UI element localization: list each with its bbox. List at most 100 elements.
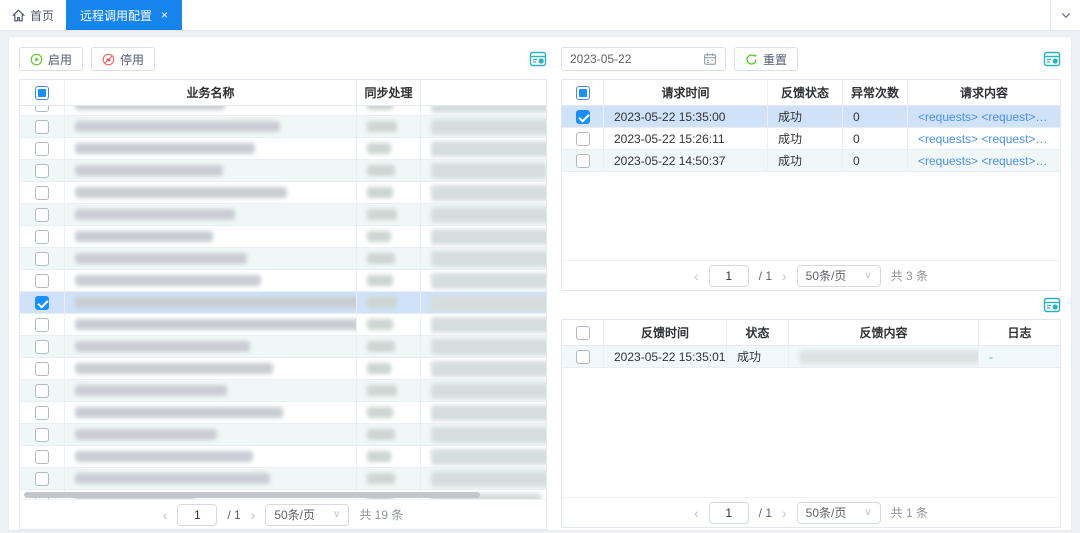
- row-checkbox[interactable]: [35, 340, 49, 354]
- redacted-text: [75, 106, 225, 110]
- row-checkbox[interactable]: [35, 362, 49, 376]
- enable-button[interactable]: 启用: [19, 47, 83, 71]
- prev-page-icon[interactable]: ‹: [694, 269, 699, 283]
- table-row[interactable]: [20, 248, 546, 270]
- page-content: 启用 停用 业务名称 同步处理: [0, 31, 1080, 533]
- page-number-input[interactable]: 1: [709, 265, 749, 287]
- tab-list-chevron-button[interactable]: [1050, 0, 1080, 30]
- table-row[interactable]: [20, 116, 546, 138]
- row-checkbox[interactable]: [35, 106, 49, 112]
- column-settings-icon[interactable]: [1043, 296, 1061, 314]
- redacted-text: [431, 229, 546, 245]
- row-checkbox[interactable]: [576, 110, 590, 124]
- column-settings-icon[interactable]: [529, 50, 547, 68]
- row-checkbox[interactable]: [35, 230, 49, 244]
- sync-mode-cell: [357, 380, 421, 401]
- page-number-input[interactable]: 1: [709, 502, 749, 524]
- row-checkbox[interactable]: [35, 164, 49, 178]
- table-row[interactable]: [20, 314, 546, 336]
- row-checkbox[interactable]: [35, 428, 49, 442]
- row-checkbox[interactable]: [576, 154, 590, 168]
- row-checkbox[interactable]: [35, 186, 49, 200]
- log-link[interactable]: -: [989, 350, 993, 364]
- next-page-icon[interactable]: ›: [782, 269, 787, 283]
- select-all-checkbox[interactable]: [35, 86, 49, 100]
- page-size-select[interactable]: 50条/页 ∨: [797, 265, 881, 287]
- reset-button[interactable]: 重置: [734, 47, 798, 71]
- redacted-text: [367, 275, 393, 286]
- page-number-input[interactable]: 1: [177, 504, 217, 526]
- select-all-checkbox[interactable]: [576, 86, 590, 100]
- row-checkbox[interactable]: [35, 450, 49, 464]
- table-row[interactable]: [20, 380, 546, 402]
- tab-remote-call-config[interactable]: 远程调用配置 ×: [66, 0, 182, 30]
- row-checkbox[interactable]: [35, 142, 49, 156]
- next-page-icon[interactable]: ›: [251, 508, 256, 522]
- redacted-text: [75, 231, 213, 242]
- column-settings-icon[interactable]: [1043, 50, 1061, 68]
- redacted-text: [367, 253, 395, 264]
- business-name-cell: [65, 358, 357, 379]
- close-icon[interactable]: ×: [161, 9, 168, 21]
- disable-button-label: 停用: [120, 51, 144, 68]
- redacted-text: [431, 427, 546, 443]
- business-name-cell: [65, 336, 357, 357]
- table-row[interactable]: [20, 468, 546, 490]
- prev-page-icon[interactable]: ‹: [694, 506, 699, 520]
- row-checkbox-cell: [20, 226, 65, 247]
- scrollbar-thumb[interactable]: [24, 492, 480, 498]
- date-picker-input[interactable]: 2023-05-22: [561, 47, 726, 71]
- table-row[interactable]: 2023-05-22 15:35:01成功-: [562, 346, 1060, 368]
- table-row[interactable]: 2023-05-22 15:26:11成功0<requests> <reques…: [562, 128, 1060, 150]
- request-content-link[interactable]: <requests> <request> <COMM...: [918, 132, 1050, 146]
- row-checkbox[interactable]: [35, 208, 49, 222]
- request-content-link[interactable]: <requests> <request> <COMM...: [918, 110, 1050, 124]
- sync-mode-cell: [357, 138, 421, 159]
- table-row[interactable]: [20, 446, 546, 468]
- table-row[interactable]: [20, 138, 546, 160]
- table-row[interactable]: [20, 358, 546, 380]
- row-checkbox[interactable]: [35, 472, 49, 486]
- redacted-text: [367, 165, 395, 176]
- table-row[interactable]: [20, 106, 546, 116]
- extra-cell: [421, 270, 546, 291]
- tab-home[interactable]: 首页: [0, 0, 66, 30]
- table-row[interactable]: [20, 292, 546, 314]
- row-checkbox[interactable]: [35, 296, 49, 310]
- table-row[interactable]: [20, 160, 546, 182]
- header-cell: 异常次数: [843, 80, 908, 105]
- horizontal-scrollbar[interactable]: [20, 491, 546, 499]
- request-content-link[interactable]: <requests> <request> <COMM...: [918, 154, 1050, 168]
- table-row[interactable]: 2023-05-22 15:35:00成功0<requests> <reques…: [562, 106, 1060, 128]
- redacted-text: [431, 361, 546, 377]
- next-page-icon[interactable]: ›: [782, 506, 787, 520]
- disable-button[interactable]: 停用: [91, 47, 155, 71]
- extra-cell: [421, 106, 546, 115]
- select-all-checkbox[interactable]: [576, 326, 590, 340]
- table-row[interactable]: [20, 270, 546, 292]
- header-cell: [562, 80, 604, 105]
- row-checkbox[interactable]: [35, 406, 49, 420]
- row-checkbox[interactable]: [35, 274, 49, 288]
- page-size-select[interactable]: 50条/页 ∨: [797, 502, 881, 524]
- table-row[interactable]: 2023-05-22 14:50:37成功0<requests> <reques…: [562, 150, 1060, 172]
- extra-cell: [421, 446, 546, 467]
- redacted-text: [367, 121, 397, 132]
- row-checkbox-cell: [20, 336, 65, 357]
- table-row[interactable]: [20, 226, 546, 248]
- table-row[interactable]: [20, 402, 546, 424]
- prev-page-icon[interactable]: ‹: [163, 508, 168, 522]
- row-checkbox[interactable]: [35, 252, 49, 266]
- row-checkbox[interactable]: [35, 384, 49, 398]
- main-panel: 启用 停用 业务名称 同步处理: [8, 36, 1072, 531]
- table-row[interactable]: [20, 336, 546, 358]
- table-row[interactable]: [20, 424, 546, 446]
- row-checkbox-cell: [20, 204, 65, 225]
- row-checkbox[interactable]: [576, 350, 590, 364]
- table-row[interactable]: [20, 182, 546, 204]
- row-checkbox[interactable]: [576, 132, 590, 146]
- row-checkbox[interactable]: [35, 120, 49, 134]
- page-size-select[interactable]: 50条/页 ∨: [265, 504, 349, 526]
- row-checkbox[interactable]: [35, 318, 49, 332]
- table-row[interactable]: [20, 204, 546, 226]
